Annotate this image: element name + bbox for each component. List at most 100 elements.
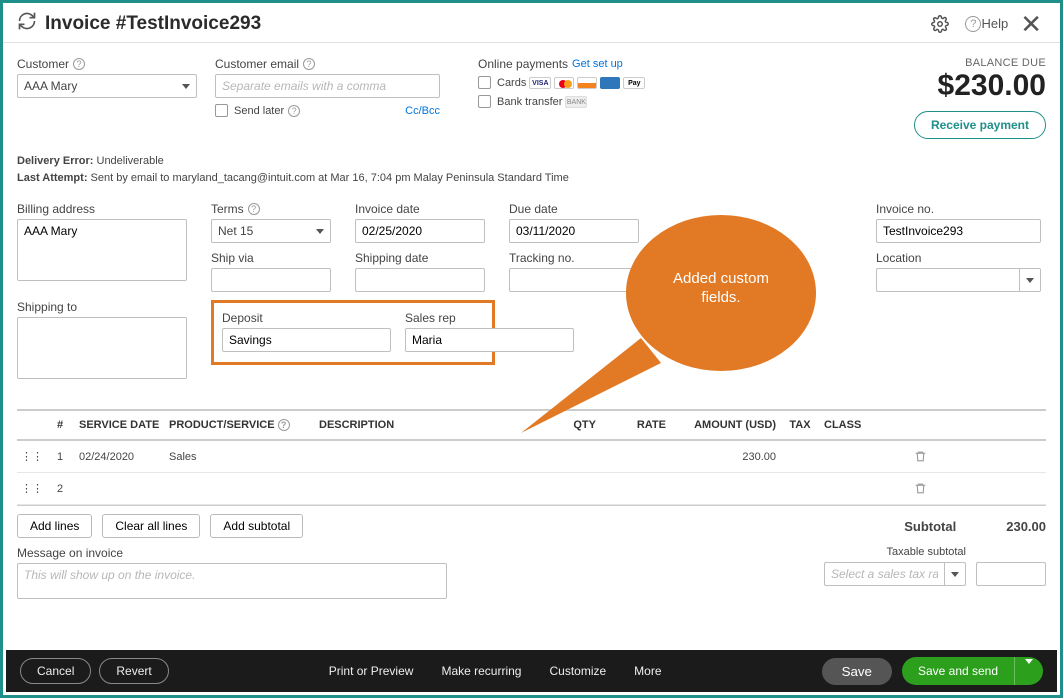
salesrep-input[interactable] (405, 328, 574, 352)
trash-icon (914, 450, 927, 463)
col-amount: AMOUNT (USD) (670, 415, 780, 435)
shipping-date-input[interactable] (355, 268, 485, 292)
col-tax: TAX (780, 415, 820, 435)
message-label: Message on invoice (17, 546, 457, 560)
tax-amount-input[interactable] (976, 562, 1046, 586)
due-date-label: Due date (509, 202, 649, 216)
gear-icon (931, 15, 949, 33)
location-dropdown[interactable] (1019, 268, 1041, 292)
invoice-date-label: Invoice date (355, 202, 495, 216)
delete-row-button[interactable] (900, 478, 940, 499)
billing-address-label: Billing address (17, 202, 197, 216)
col-num: # (45, 415, 75, 435)
customer-select[interactable]: AAA Mary (17, 74, 197, 98)
help-icon[interactable]: ? (248, 203, 260, 215)
balance-due-label: BALANCE DUE (914, 57, 1046, 69)
bank-transfer-checkbox[interactable] (478, 95, 491, 108)
delivery-status: Delivery Error: Undeliverable Last Attem… (17, 153, 1046, 186)
billing-address-input[interactable]: AAA Mary (17, 219, 187, 281)
subtotal-label: Subtotal (904, 519, 956, 534)
save-and-send-dropdown[interactable] (1014, 657, 1043, 685)
save-button[interactable]: Save (822, 658, 892, 685)
clear-lines-button[interactable]: Clear all lines (102, 514, 200, 538)
shipping-to-input[interactable] (17, 317, 187, 379)
tracking-no-input[interactable] (509, 268, 639, 292)
revert-button[interactable]: Revert (99, 658, 168, 684)
shipping-to-label: Shipping to (17, 300, 197, 314)
bank-icon: BANK (565, 96, 587, 108)
send-later-label: Send later (234, 105, 284, 117)
invoice-no-label: Invoice no. (876, 202, 1046, 216)
trash-icon (914, 482, 927, 495)
drag-handle-icon[interactable]: ⋮⋮ (17, 478, 45, 499)
mastercard-icon (554, 77, 574, 89)
print-preview-link[interactable]: Print or Preview (329, 664, 414, 678)
line-items-table: # SERVICE DATE PRODUCT/SERVICE ? DESCRIP… (17, 409, 1046, 506)
subtotal-value: 230.00 (1006, 519, 1046, 534)
add-subtotal-button[interactable]: Add subtotal (210, 514, 303, 538)
tax-rate-select[interactable] (824, 562, 944, 586)
recurring-icon (17, 11, 37, 36)
tracking-no-label: Tracking no. (509, 251, 649, 265)
table-row[interactable]: ⋮⋮ 2 (17, 473, 1046, 505)
receive-payment-button[interactable]: Receive payment (914, 111, 1046, 139)
customize-link[interactable]: Customize (549, 664, 606, 678)
due-date-input[interactable] (509, 219, 639, 243)
cancel-button[interactable]: Cancel (20, 658, 91, 684)
help-icon[interactable]: ? (288, 105, 300, 117)
page-title: Invoice #TestInvoice293 (45, 13, 261, 35)
col-rate: RATE (600, 415, 670, 435)
ccbcc-link[interactable]: Cc/Bcc (405, 105, 440, 117)
online-payments-label: Online payments (478, 57, 568, 71)
customer-email-label: Customer email (215, 57, 299, 71)
settings-button[interactable] (931, 15, 953, 33)
customer-label: Customer (17, 57, 69, 71)
bank-transfer-label: Bank transfer (497, 96, 562, 108)
chevron-down-icon (182, 84, 190, 89)
invoice-no-input[interactable] (876, 219, 1041, 243)
help-button[interactable]: ? Help (965, 16, 1008, 32)
deposit-input[interactable] (222, 328, 391, 352)
invoice-date-input[interactable] (355, 219, 485, 243)
send-later-checkbox[interactable] (215, 104, 228, 117)
amex-icon (600, 77, 620, 89)
visa-icon: VISA (529, 77, 551, 89)
help-icon[interactable]: ? (303, 58, 315, 70)
location-input[interactable] (876, 268, 1019, 292)
chevron-down-icon (1025, 659, 1033, 678)
help-icon[interactable]: ? (73, 58, 85, 70)
save-and-send-group: Save and send (902, 657, 1043, 685)
close-button[interactable]: ✕ (1020, 15, 1046, 33)
tax-rate-dropdown[interactable] (944, 562, 966, 586)
delete-row-button[interactable] (900, 446, 940, 467)
drag-handle-icon[interactable]: ⋮⋮ (17, 446, 45, 467)
help-icon: ? (965, 16, 981, 32)
deposit-label: Deposit (222, 311, 391, 325)
balance-amount: $230.00 (914, 69, 1046, 103)
col-class: CLASS (820, 415, 900, 435)
col-product: PRODUCT/SERVICE ? (165, 415, 315, 435)
ship-via-input[interactable] (211, 268, 331, 292)
location-label: Location (876, 251, 1046, 265)
setup-link[interactable]: Get set up (572, 58, 623, 70)
message-input[interactable] (17, 563, 447, 599)
chevron-down-icon (316, 229, 324, 234)
customer-email-input[interactable] (215, 74, 440, 98)
save-and-send-button[interactable]: Save and send (902, 657, 1014, 685)
help-icon[interactable]: ? (278, 419, 290, 431)
cards-checkbox[interactable] (478, 76, 491, 89)
make-recurring-link[interactable]: Make recurring (441, 664, 521, 678)
more-link[interactable]: More (634, 664, 661, 678)
add-lines-button[interactable]: Add lines (17, 514, 92, 538)
table-row[interactable]: ⋮⋮ 1 02/24/2020 Sales 230.00 (17, 441, 1046, 473)
terms-select[interactable]: Net 15 (211, 219, 331, 243)
custom-fields-highlight: Deposit Sales rep (211, 300, 495, 365)
close-icon: ✕ (1020, 15, 1042, 33)
cards-label: Cards (497, 77, 526, 89)
chevron-down-icon (951, 572, 959, 577)
col-description: DESCRIPTION (315, 415, 545, 435)
col-qty: QTY (545, 415, 600, 435)
apple-pay-icon: Pay (623, 77, 645, 89)
taxable-subtotal-label: Taxable subtotal (824, 546, 966, 558)
modal-footer: Cancel Revert Print or Preview Make recu… (6, 650, 1057, 692)
